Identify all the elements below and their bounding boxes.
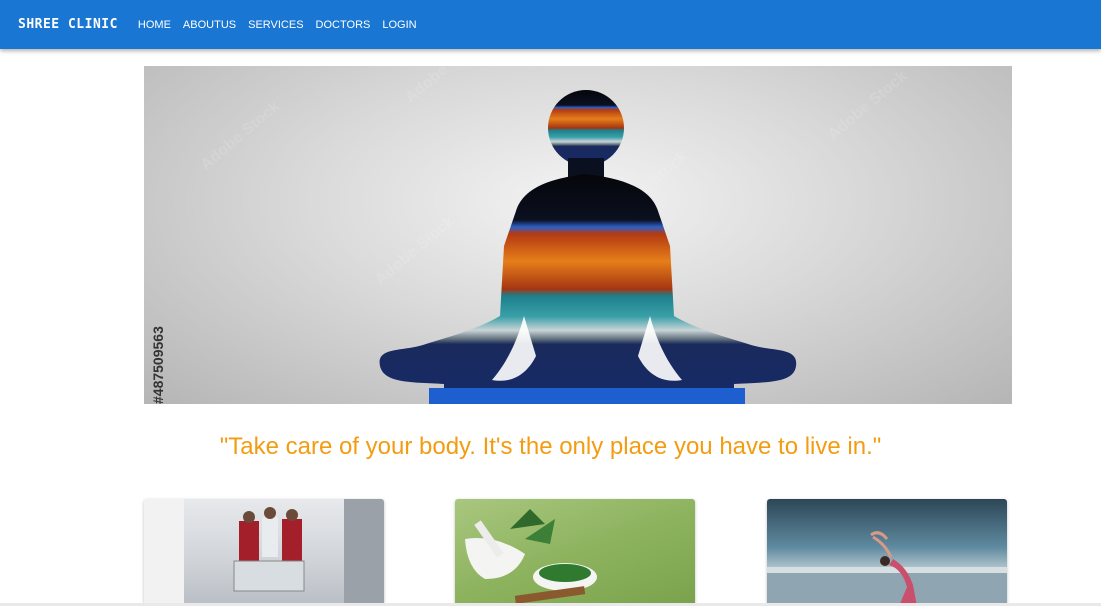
watermark-text: Adobe Stock [825,68,911,144]
watermark-text: Adobe Stock [197,98,283,174]
hospital-staff-stretcher-photo [144,499,384,606]
nav-services[interactable]: SERVICES [248,19,303,31]
nav-home[interactable]: HOME [138,19,171,31]
hero-image: Adobe Stock Adobe Stock Adobe Stock Adob… [144,66,1012,404]
watermark-text: Adobe Stock [402,66,488,107]
yoga-beach-photo [767,531,1007,606]
nav-doctors[interactable]: DOCTORS [316,19,371,31]
card-hospital-image[interactable] [144,499,384,606]
stock-id-label: #487509563 [150,326,166,404]
meditation-silhouette-illustration: Adobe Stock Adobe Stock Adobe Stock Adob… [197,66,911,404]
top-navbar: SHREE CLINIC HOME ABOUTUS SERVICES DOCTO… [0,0,1101,49]
herbs-mortar-pestle-photo [465,509,597,604]
brand-logo[interactable]: SHREE CLINIC [18,17,118,32]
card-yoga-image[interactable] [767,499,1007,606]
nav-aboutus[interactable]: ABOUTUS [183,19,236,31]
nav-links: HOME ABOUTUS SERVICES DOCTORS LOGIN [138,19,429,31]
watermark-text: Adobe Stock [372,213,458,289]
card-herbs-image[interactable] [455,499,695,606]
quote-text: "Take care of your body. It's the only p… [219,433,882,460]
silhouette-figure [379,90,797,404]
nav-login[interactable]: LOGIN [382,19,416,31]
